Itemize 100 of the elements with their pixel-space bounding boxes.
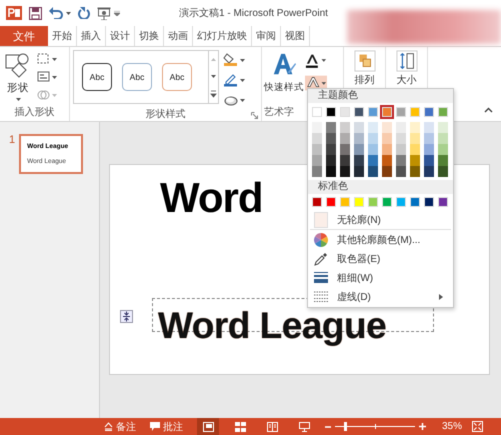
shade-swatch[interactable] xyxy=(438,155,448,166)
shade-swatch[interactable] xyxy=(382,144,392,155)
color-swatch[interactable] xyxy=(438,107,448,117)
shade-swatch[interactable] xyxy=(312,144,322,155)
shade-swatch[interactable] xyxy=(326,122,336,133)
shade-swatch[interactable] xyxy=(326,166,336,177)
shade-swatch[interactable] xyxy=(410,166,420,177)
fit-to-window-icon[interactable] xyxy=(472,421,484,432)
shape-style[interactable]: Abc xyxy=(82,63,112,91)
size-button[interactable]: 大小 xyxy=(389,48,424,89)
zoom-level[interactable]: 35% xyxy=(442,421,462,432)
color-swatch[interactable] xyxy=(340,107,350,117)
shade-swatch[interactable] xyxy=(396,155,406,166)
shape-button[interactable]: 形状 xyxy=(3,50,33,105)
color-swatch[interactable] xyxy=(340,197,350,207)
shade-swatch[interactable] xyxy=(312,155,322,166)
color-swatch[interactable] xyxy=(354,107,364,117)
shade-swatch[interactable] xyxy=(410,155,420,166)
color-swatch[interactable] xyxy=(396,197,406,207)
file-tab[interactable]: 文件 xyxy=(0,26,48,46)
comments-button[interactable]: 批注 xyxy=(150,420,183,434)
autofit-icon[interactable] xyxy=(120,310,133,323)
notes-button[interactable]: 备注 xyxy=(104,420,136,434)
customize-caret-icon[interactable] xyxy=(114,10,120,16)
color-swatch[interactable] xyxy=(410,197,420,207)
shape-style[interactable]: Abc xyxy=(162,63,192,91)
shade-swatch[interactable] xyxy=(382,155,392,166)
color-swatch[interactable] xyxy=(354,197,364,207)
text-box-icon[interactable] xyxy=(37,71,57,83)
shade-swatch[interactable] xyxy=(438,166,448,177)
shade-swatch[interactable] xyxy=(326,155,336,166)
caret-icon[interactable] xyxy=(66,12,71,14)
shade-swatch[interactable] xyxy=(424,144,434,155)
color-swatch[interactable] xyxy=(382,107,392,117)
color-swatch[interactable] xyxy=(424,107,434,117)
shade-swatch[interactable] xyxy=(354,155,364,166)
shade-swatch[interactable] xyxy=(396,144,406,155)
shade-swatch[interactable] xyxy=(410,133,420,144)
shade-swatch[interactable] xyxy=(396,133,406,144)
shade-swatch[interactable] xyxy=(340,144,350,155)
color-swatch[interactable] xyxy=(312,197,322,207)
shade-swatch[interactable] xyxy=(354,133,364,144)
shade-swatch[interactable] xyxy=(410,144,420,155)
shade-swatch[interactable] xyxy=(312,166,322,177)
shade-swatch[interactable] xyxy=(354,144,364,155)
shade-swatch[interactable] xyxy=(438,122,448,133)
shade-swatch[interactable] xyxy=(340,155,350,166)
shade-swatch[interactable] xyxy=(368,166,378,177)
shade-swatch[interactable] xyxy=(326,144,336,155)
shade-swatch[interactable] xyxy=(438,144,448,155)
quick-styles-button[interactable]: 快速样式 xyxy=(264,50,304,105)
color-swatch[interactable] xyxy=(368,197,378,207)
color-swatch[interactable] xyxy=(326,107,336,117)
shade-swatch[interactable] xyxy=(368,122,378,133)
collapse-ribbon-icon[interactable] xyxy=(484,107,493,113)
shade-swatch[interactable] xyxy=(438,133,448,144)
undo-icon[interactable] xyxy=(49,7,63,19)
shade-swatch[interactable] xyxy=(340,122,350,133)
color-swatch[interactable] xyxy=(368,107,378,117)
shade-swatch[interactable] xyxy=(424,133,434,144)
shade-swatch[interactable] xyxy=(368,155,378,166)
view-button[interactable] xyxy=(197,418,219,435)
menu-item[interactable]: 其他轮廓颜色(M)... xyxy=(308,230,453,249)
shade-swatch[interactable] xyxy=(326,133,336,144)
menu-item[interactable]: 无轮廓(N) xyxy=(308,210,453,229)
color-swatch[interactable] xyxy=(396,107,406,117)
arrange-button[interactable]: 排列 xyxy=(347,48,382,89)
color-swatch[interactable] xyxy=(326,197,336,207)
text-fill-icon[interactable] xyxy=(305,53,327,69)
shade-swatch[interactable] xyxy=(382,166,392,177)
presenter-icon[interactable] xyxy=(97,6,111,20)
menu-item[interactable]: 粗细(W) xyxy=(308,268,453,287)
shade-swatch[interactable] xyxy=(396,166,406,177)
save-icon[interactable] xyxy=(29,6,42,20)
shape-fill-icon[interactable] xyxy=(223,53,245,67)
menu-item[interactable]: 虚线(D) xyxy=(308,287,453,306)
shade-swatch[interactable] xyxy=(410,122,420,133)
shade-swatch[interactable] xyxy=(396,122,406,133)
shade-swatch[interactable] xyxy=(424,122,434,133)
shade-swatch[interactable] xyxy=(368,144,378,155)
color-swatch[interactable] xyxy=(410,107,420,117)
color-swatch[interactable] xyxy=(424,197,434,207)
shade-swatch[interactable] xyxy=(368,133,378,144)
shade-swatch[interactable] xyxy=(382,122,392,133)
zoom-in-icon[interactable] xyxy=(419,423,426,430)
shade-swatch[interactable] xyxy=(354,166,364,177)
color-swatch[interactable] xyxy=(438,197,448,207)
color-swatch[interactable] xyxy=(312,107,322,117)
shade-swatch[interactable] xyxy=(340,133,350,144)
shape-style[interactable]: Abc xyxy=(122,63,152,91)
shade-swatch[interactable] xyxy=(340,166,350,177)
shade-swatch[interactable] xyxy=(354,122,364,133)
edit-shape-icon[interactable] xyxy=(37,53,57,65)
zoom-out-icon[interactable] xyxy=(325,424,331,430)
shade-swatch[interactable] xyxy=(312,122,322,133)
shape-outline-icon[interactable] xyxy=(223,73,245,87)
shade-swatch[interactable] xyxy=(424,166,434,177)
dialog-launcher-icon[interactable] xyxy=(251,112,258,119)
redo-icon[interactable] xyxy=(78,7,90,19)
shade-swatch[interactable] xyxy=(424,155,434,166)
